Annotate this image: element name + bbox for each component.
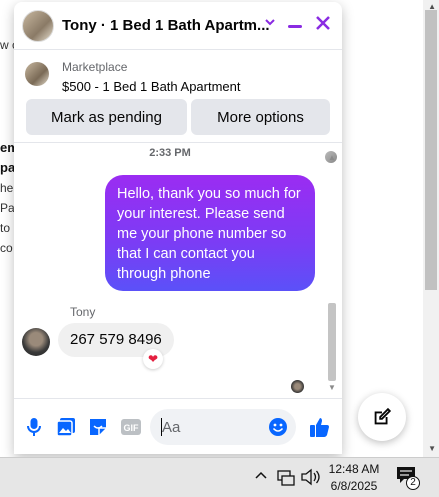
taskbar: 12:48 AM 6/8/2025 2: [0, 457, 439, 497]
avatar[interactable]: [22, 328, 50, 356]
notification-count-badge: 2: [406, 476, 420, 490]
microphone-icon[interactable]: [24, 417, 44, 437]
gif-label: GIF: [124, 423, 140, 433]
bg-fragment: pa: [0, 160, 16, 175]
read-receipt-avatar: [291, 380, 304, 393]
more-options-button[interactable]: More options: [191, 99, 330, 135]
message-timestamp: 2:33 PM: [149, 147, 191, 159]
system-clock[interactable]: 12:48 AM 6/8/2025: [328, 461, 380, 495]
listing-avatar[interactable]: [22, 10, 54, 42]
page-scroll-thumb[interactable]: [425, 10, 437, 290]
heart-reaction-icon[interactable]: ❤: [143, 349, 163, 369]
bg-fragment: co: [0, 241, 13, 255]
listing-title: $500 - 1 Bed 1 Bath Apartment: [62, 79, 241, 94]
chevron-down-icon[interactable]: [264, 16, 276, 31]
message-scroll-thumb[interactable]: [328, 303, 336, 381]
network-icon[interactable]: [277, 470, 295, 486]
listing-thumbnail: [25, 62, 49, 86]
compose-icon: [374, 407, 392, 425]
chat-title[interactable]: Tony · 1 Bed 1 Bath Apartm...: [62, 17, 270, 34]
marketplace-label: Marketplace: [62, 60, 128, 74]
message-input[interactable]: [162, 417, 262, 437]
page-scrollbar[interactable]: ▲ ▼: [423, 0, 439, 457]
scroll-down-arrow-icon[interactable]: ▼: [428, 444, 436, 453]
chat-header[interactable]: Tony · 1 Bed 1 Bath Apartm...: [14, 2, 342, 50]
message-scrollbar[interactable]: ▲ ▼: [326, 143, 338, 396]
clock-date: 6/8/2025: [330, 479, 378, 493]
close-icon[interactable]: [315, 12, 331, 36]
scroll-up-arrow-icon[interactable]: ▲: [328, 153, 336, 162]
notification-center-icon[interactable]: 2: [396, 466, 420, 490]
minimize-icon[interactable]: [288, 25, 302, 28]
new-message-button[interactable]: [358, 393, 406, 441]
bg-fragment: he: [0, 181, 14, 195]
thumbs-up-icon[interactable]: [308, 415, 332, 439]
emoji-icon[interactable]: [268, 417, 288, 437]
message-composer: GIF: [14, 398, 342, 454]
marketplace-listing[interactable]: Marketplace $500 - 1 Bed 1 Bath Apartmen…: [14, 54, 342, 96]
message-list: 2:33 PM Hello, thank you so much for you…: [14, 142, 342, 396]
show-hidden-icons-icon[interactable]: [254, 468, 268, 485]
scroll-down-arrow-icon[interactable]: ▼: [328, 383, 336, 392]
bg-fragment: to: [0, 221, 11, 235]
message-input-container[interactable]: [150, 409, 296, 445]
volume-icon[interactable]: [300, 468, 320, 490]
sticker-icon[interactable]: [88, 417, 108, 437]
chat-window: Tony · 1 Bed 1 Bath Apartm... Marketplac…: [14, 2, 342, 454]
mark-as-pending-button[interactable]: Mark as pending: [26, 99, 187, 135]
clock-time: 12:48 AM: [328, 462, 380, 476]
photo-icon[interactable]: [56, 417, 76, 437]
sender-name: Tony: [70, 305, 96, 319]
gif-icon[interactable]: GIF: [120, 417, 142, 437]
sent-message-bubble[interactable]: Hello, thank you so much for your intere…: [105, 175, 315, 291]
